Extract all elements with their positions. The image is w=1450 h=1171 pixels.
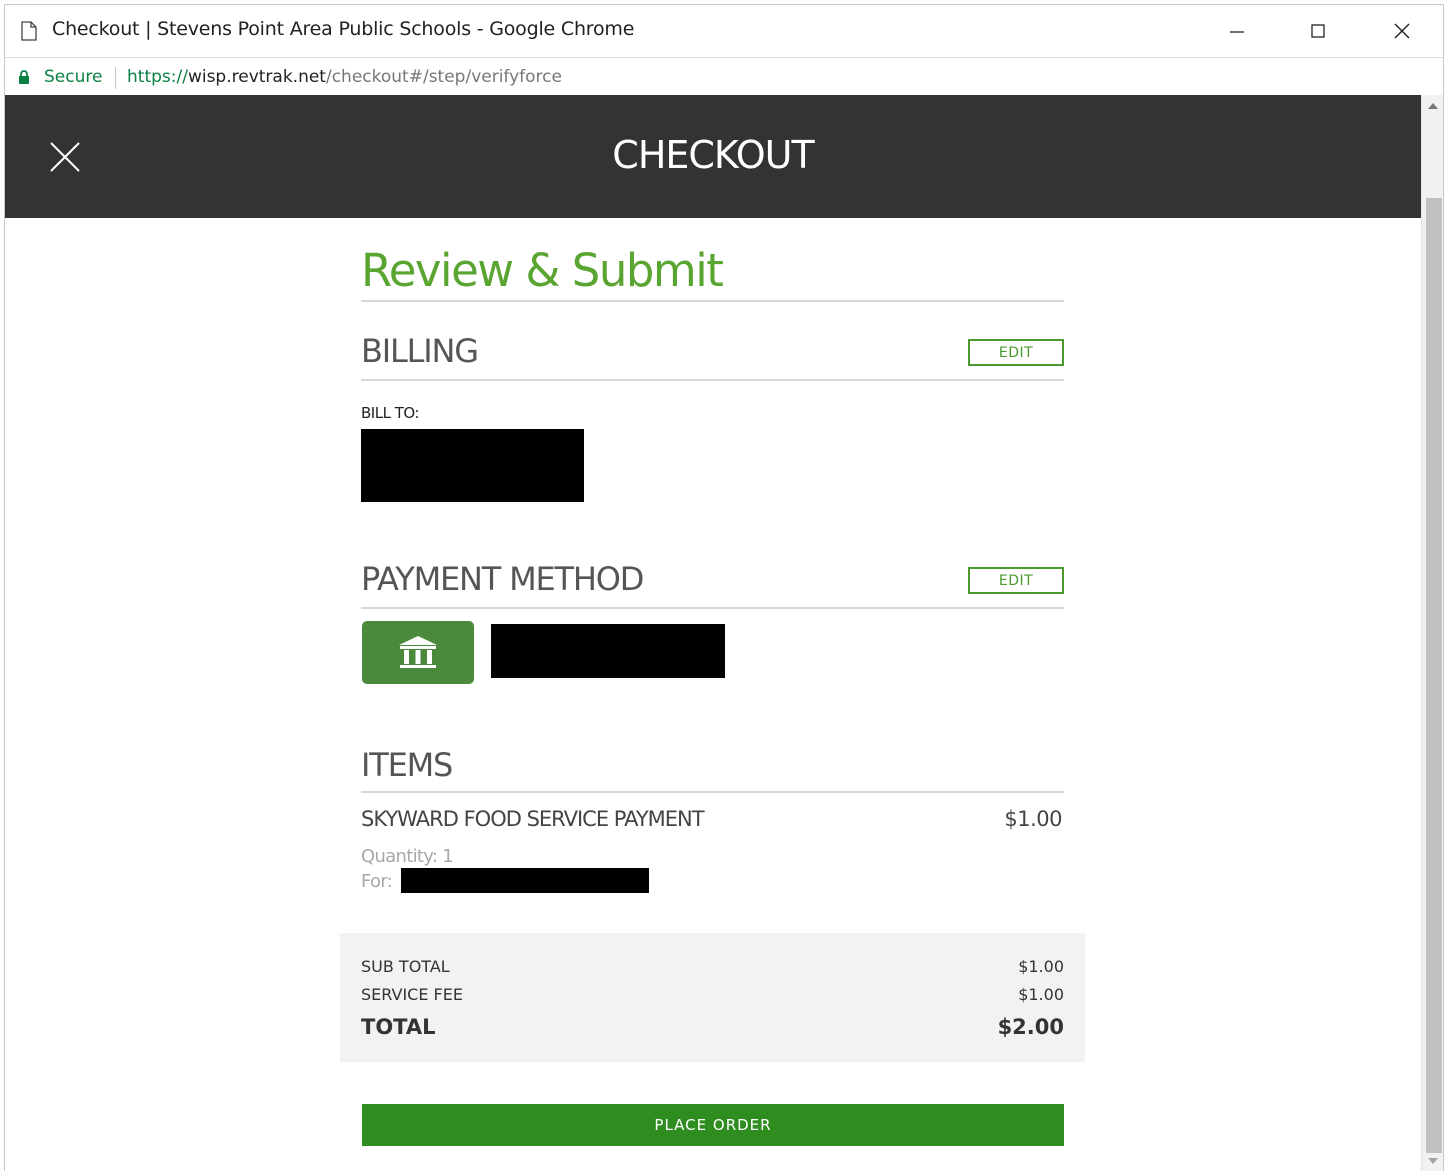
item-for-label: For:: [361, 871, 393, 892]
divider: [361, 791, 1064, 793]
edit-billing-button[interactable]: EDIT: [968, 339, 1064, 366]
total-label: TOTAL: [361, 1015, 436, 1039]
lock-icon: [19, 70, 29, 84]
total-row: TOTAL $2.00: [361, 1015, 1064, 1039]
scroll-up-icon[interactable]: [1428, 103, 1438, 109]
url-text[interactable]: https://wisp.revtrak.net/checkout#/step/…: [127, 67, 562, 87]
close-window-button[interactable]: [1382, 15, 1422, 47]
service-fee-row: SERVICE FEE $1.00: [361, 985, 1064, 1004]
checkout-header: CHECKOUT: [5, 95, 1421, 218]
url-scheme: https://: [127, 67, 188, 87]
order-totals: SUB TOTAL $1.00 SERVICE FEE $1.00 TOTAL …: [340, 933, 1085, 1062]
subtotal-value: $1.00: [1018, 957, 1064, 976]
page-icon: [21, 21, 37, 41]
payment-type-tile: [362, 621, 474, 684]
subtotal-label: SUB TOTAL: [361, 957, 450, 976]
url-host: wisp.revtrak.net: [187, 67, 326, 87]
minimize-button[interactable]: [1217, 15, 1257, 47]
item-name: SKYWARD FOOD SERVICE PAYMENT: [361, 807, 705, 831]
minimize-icon: [1230, 31, 1244, 33]
address-divider: [115, 67, 116, 89]
window-title: Checkout | Stevens Point Area Public Sch…: [52, 18, 635, 40]
browser-window: Checkout | Stevens Point Area Public Sch…: [4, 4, 1444, 1171]
payment-method-heading: PAYMENT METHOD: [361, 560, 644, 598]
redacted-payment-account: [491, 624, 725, 678]
place-order-button[interactable]: PLACE ORDER: [362, 1104, 1064, 1146]
billing-heading: BILLING: [361, 332, 479, 370]
scrollbar-thumb[interactable]: [1426, 198, 1442, 1153]
redacted-billing-address: [361, 429, 584, 502]
vertical-scrollbar[interactable]: [1421, 95, 1443, 1171]
secure-label: Secure: [44, 67, 103, 87]
service-fee-label: SERVICE FEE: [361, 985, 463, 1004]
service-fee-value: $1.00: [1018, 985, 1064, 1004]
close-icon: [1394, 23, 1410, 39]
url-path: /checkout#/step/verifyforce: [325, 67, 562, 87]
bill-to-label: BILL TO:: [361, 404, 419, 422]
title-bar: Checkout | Stevens Point Area Public Sch…: [5, 5, 1443, 57]
page-viewport: CHECKOUT Review & Submit BILLING EDIT BI…: [5, 95, 1443, 1171]
total-value: $2.00: [997, 1015, 1064, 1039]
subtotal-row: SUB TOTAL $1.00: [361, 957, 1064, 976]
redacted-student-name: [401, 868, 649, 893]
edit-payment-button[interactable]: EDIT: [968, 567, 1064, 594]
divider: [361, 379, 1064, 381]
items-heading: ITEMS: [361, 746, 453, 784]
checkout-heading: CHECKOUT: [612, 133, 814, 177]
divider: [361, 607, 1064, 609]
maximize-icon: [1311, 24, 1325, 38]
item-quantity: Quantity: 1: [361, 846, 454, 867]
scroll-down-icon[interactable]: [1428, 1158, 1438, 1164]
item-price: $1.00: [1004, 807, 1062, 831]
address-bar[interactable]: Secure https://wisp.revtrak.net/checkout…: [5, 57, 1443, 95]
page-title: Review & Submit: [361, 244, 724, 297]
maximize-button[interactable]: [1298, 15, 1338, 47]
divider: [361, 300, 1064, 302]
bank-icon: [399, 635, 437, 668]
